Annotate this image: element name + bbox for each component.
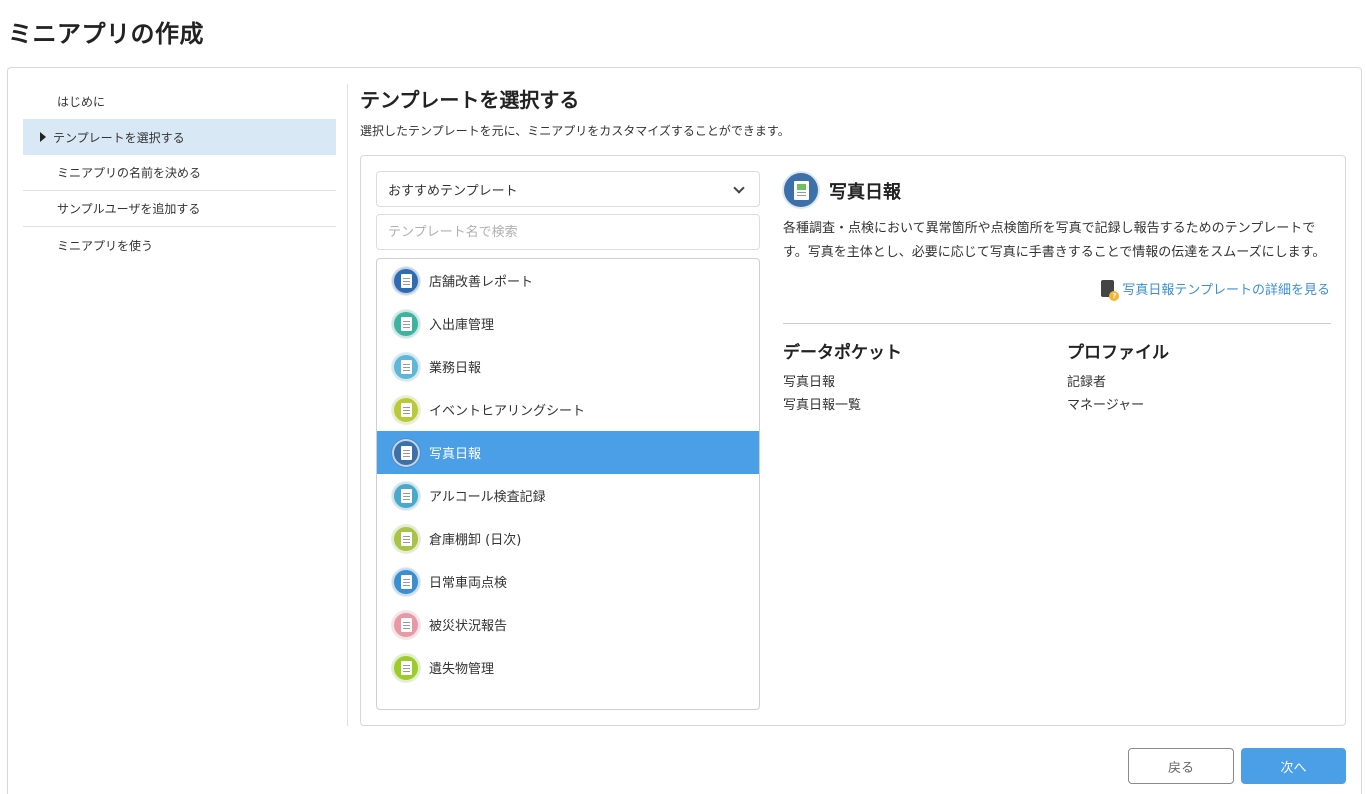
current-step-arrow-icon bbox=[40, 132, 46, 142]
template-search-input[interactable] bbox=[376, 214, 760, 250]
template-item-label: 倉庫棚卸 (日次) bbox=[429, 533, 522, 548]
template-item-label: 日常車両点検 bbox=[429, 576, 508, 591]
clipboard-icon bbox=[392, 395, 420, 424]
next-button[interactable]: 次へ bbox=[1241, 748, 1346, 784]
disaster-icon bbox=[392, 610, 420, 639]
step-label: サンプルユーザを追加する bbox=[57, 202, 201, 216]
photo-report-icon bbox=[782, 171, 820, 209]
template-item[interactable]: 被災状況報告 bbox=[377, 603, 759, 646]
template-item-label: 入出庫管理 bbox=[429, 318, 495, 333]
template-item-label: 遺失物管理 bbox=[429, 662, 495, 677]
data-pocket-item: 写真日報 bbox=[783, 375, 836, 390]
vertical-divider bbox=[347, 84, 348, 726]
back-button[interactable]: 戻る bbox=[1128, 748, 1234, 784]
template-item-label: 店舗改善レポート bbox=[429, 275, 534, 290]
template-item-label: 被災状況報告 bbox=[429, 619, 508, 634]
section-title: テンプレートを選択する bbox=[360, 88, 580, 112]
profile-item: 記録者 bbox=[1067, 375, 1107, 390]
chevron-down-icon bbox=[733, 182, 745, 194]
umbrella-icon bbox=[392, 653, 420, 682]
step-label: ミニアプリを使う bbox=[57, 238, 154, 253]
profile-item: マネージャー bbox=[1067, 398, 1145, 413]
detail-title: 写真日報 bbox=[829, 182, 901, 203]
help-book-icon bbox=[1101, 280, 1120, 301]
link-label: 写真日報テンプレートの詳細を見る bbox=[1122, 283, 1330, 298]
step-label: テンプレートを選択する bbox=[53, 130, 185, 145]
alcohol-icon bbox=[392, 481, 420, 510]
data-pocket-item: 写真日報一覧 bbox=[783, 398, 862, 413]
page-title: ミニアプリの作成 bbox=[8, 20, 204, 48]
template-item[interactable]: 入出庫管理 bbox=[377, 302, 759, 345]
template-item[interactable]: 写真日報 bbox=[377, 431, 759, 474]
template-item[interactable]: 業務日報 bbox=[377, 345, 759, 388]
template-item-label: 業務日報 bbox=[429, 361, 482, 376]
step-select-template[interactable]: テンプレートを選択する bbox=[23, 119, 336, 155]
template-item-label: 写真日報 bbox=[429, 447, 482, 462]
step-use-app[interactable]: ミニアプリを使う bbox=[23, 227, 336, 263]
template-item[interactable]: イベントヒアリングシート bbox=[377, 388, 759, 431]
inventory-icon bbox=[392, 309, 420, 338]
detail-description: 各種調査・点検において異常箇所や点検箇所を写真で記録し報告するためのテンプレート… bbox=[783, 221, 1326, 260]
template-details-link[interactable]: 写真日報テンプレートの詳細を見る bbox=[1101, 279, 1330, 301]
warehouse-icon bbox=[392, 524, 420, 553]
step-intro[interactable]: はじめに bbox=[23, 83, 336, 119]
profile-heading: プロファイル bbox=[1067, 343, 1169, 363]
step-label: はじめに bbox=[57, 94, 106, 109]
template-item[interactable]: 遺失物管理 bbox=[377, 646, 759, 689]
select-value: おすすめテンプレート bbox=[388, 183, 518, 199]
template-item[interactable]: 倉庫棚卸 (日次) bbox=[377, 517, 759, 560]
template-item[interactable]: 店舗改善レポート bbox=[377, 259, 759, 302]
truck-icon bbox=[392, 567, 420, 596]
template-category-select[interactable]: おすすめテンプレート bbox=[376, 171, 760, 207]
step-label: ミニアプリの名前を決める bbox=[57, 166, 202, 180]
template-item[interactable]: アルコール検査記録 bbox=[377, 474, 759, 517]
photo-report-icon bbox=[392, 438, 420, 467]
wizard-steps: はじめに テンプレートを選択する ミニアプリの名前を決める サンプルユーザを追加… bbox=[23, 83, 336, 263]
building-icon bbox=[392, 352, 420, 381]
section-description: 選択したテンプレートを元に、ミニアプリをカスタマイズすることができます。 bbox=[360, 124, 790, 138]
data-pockets-heading: データポケット bbox=[783, 343, 902, 363]
report-icon bbox=[392, 266, 420, 295]
template-list: 店舗改善レポート 入出庫管理業務日報イベントヒアリングシート 写真日報アルコール検査… bbox=[376, 258, 760, 710]
template-item-label: イベントヒアリングシート bbox=[429, 404, 586, 419]
step-name-app[interactable]: ミニアプリの名前を決める bbox=[23, 155, 336, 191]
step-add-sample-users[interactable]: サンプルユーザを追加する bbox=[23, 191, 336, 227]
template-item-label: アルコール検査記録 bbox=[429, 490, 546, 505]
template-item[interactable]: 日常車両点検 bbox=[377, 560, 759, 603]
detail-divider bbox=[783, 323, 1331, 324]
